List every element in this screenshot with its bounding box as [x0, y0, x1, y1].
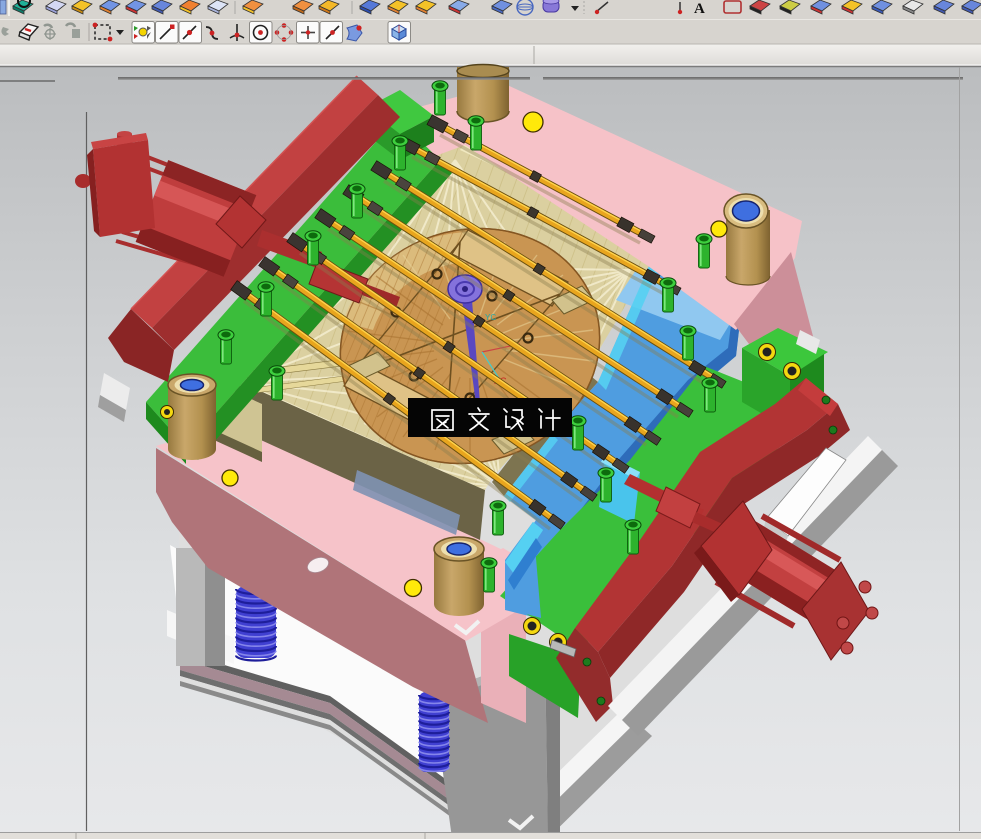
svg-text:YC: YC — [485, 313, 496, 322]
svg-text:A: A — [694, 1, 705, 17]
